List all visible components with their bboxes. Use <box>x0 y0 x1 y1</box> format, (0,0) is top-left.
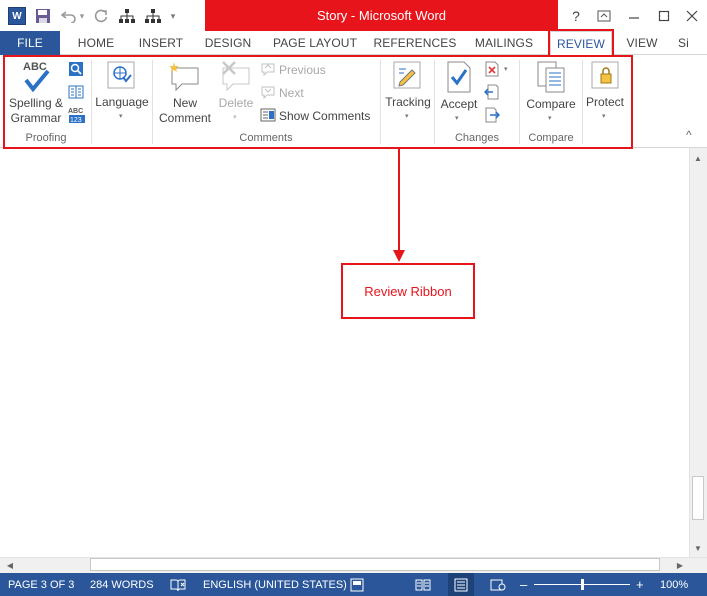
tab-insert[interactable]: INSERT <box>132 31 190 55</box>
horizontal-scroll-thumb[interactable] <box>90 558 660 571</box>
tab-design[interactable]: DESIGN <box>200 31 256 55</box>
undo-button[interactable] <box>58 5 80 27</box>
zoom-slider[interactable] <box>534 573 630 596</box>
word-app-icon[interactable]: W <box>6 5 28 27</box>
close-button[interactable] <box>678 0 706 31</box>
tab-mailings[interactable]: MAILINGS <box>466 31 542 55</box>
org-chart-icon <box>119 9 135 23</box>
document-canvas[interactable] <box>0 149 689 557</box>
scroll-right-arrow[interactable]: ▶ <box>672 558 688 572</box>
read-mode-icon <box>415 579 431 590</box>
print-layout-button[interactable] <box>448 573 474 596</box>
tab-file[interactable]: FILE <box>0 31 60 55</box>
proofing-status-button[interactable] <box>170 573 186 596</box>
customize-qat-button[interactable]: ▾ <box>168 5 178 27</box>
language-indicator[interactable]: ENGLISH (UNITED STATES) <box>203 573 347 596</box>
callout-arrow-head <box>393 250 405 262</box>
tab-sign-in[interactable]: Si <box>678 31 706 55</box>
window-title: Story - Microsoft Word <box>205 0 558 31</box>
zoom-in-button[interactable]: + <box>636 573 644 596</box>
title-bar: W ▾ ▾ Story - Microsoft Word ? <box>0 0 707 31</box>
minimize-icon <box>629 16 639 19</box>
scroll-down-arrow[interactable]: ▼ <box>690 541 706 555</box>
macro-icon <box>350 578 364 591</box>
proofing-book-icon <box>170 579 186 591</box>
scroll-up-arrow[interactable]: ▲ <box>690 151 706 165</box>
ribbon-display-icon <box>597 10 611 21</box>
page-indicator[interactable]: PAGE 3 OF 3 <box>8 573 74 596</box>
zoom-slider-thumb[interactable] <box>581 579 584 590</box>
undo-dropdown[interactable]: ▾ <box>78 5 86 27</box>
read-mode-button[interactable] <box>415 573 431 596</box>
close-icon <box>686 10 698 21</box>
org-chart-button-2[interactable] <box>142 5 164 27</box>
redo-button[interactable] <box>90 5 112 27</box>
redo-icon <box>94 9 108 23</box>
review-ribbon-callout: Review Ribbon <box>341 263 475 319</box>
word-logo-icon: W <box>8 7 26 25</box>
macro-status-button[interactable] <box>350 573 364 596</box>
org-chart-button-1[interactable] <box>116 5 138 27</box>
minimize-button[interactable] <box>620 0 648 31</box>
restore-button[interactable] <box>650 0 678 31</box>
save-icon <box>36 9 50 23</box>
web-layout-icon <box>490 579 506 590</box>
tab-references[interactable]: REFERENCES <box>372 31 458 55</box>
undo-icon <box>61 11 76 23</box>
help-button[interactable]: ? <box>562 0 590 31</box>
web-layout-button[interactable] <box>490 573 506 596</box>
org-chart-icon <box>145 9 161 23</box>
tab-home[interactable]: HOME <box>70 31 122 55</box>
callout-arrow-line <box>398 149 400 252</box>
review-tab-highlight <box>548 29 614 56</box>
zoom-level[interactable]: 100% <box>660 573 688 596</box>
restore-icon <box>658 10 670 21</box>
print-layout-icon <box>454 578 468 591</box>
scroll-left-arrow[interactable]: ◀ <box>2 558 18 572</box>
ribbon-highlight-box <box>3 55 633 149</box>
collapse-ribbon-button[interactable]: ^ <box>686 128 692 143</box>
quick-access-toolbar: W ▾ ▾ <box>6 5 182 27</box>
zoom-out-button[interactable]: – <box>520 573 527 596</box>
word-count-indicator[interactable]: 284 WORDS <box>90 573 154 596</box>
tab-view[interactable]: VIEW <box>620 31 664 55</box>
status-bar: PAGE 3 OF 3 284 WORDS ENGLISH (UNITED ST… <box>0 573 707 596</box>
save-button[interactable] <box>32 5 54 27</box>
ribbon-display-options-button[interactable] <box>590 0 618 31</box>
vertical-scroll-thumb[interactable] <box>692 476 704 520</box>
tab-page-layout[interactable]: PAGE LAYOUT <box>268 31 362 55</box>
